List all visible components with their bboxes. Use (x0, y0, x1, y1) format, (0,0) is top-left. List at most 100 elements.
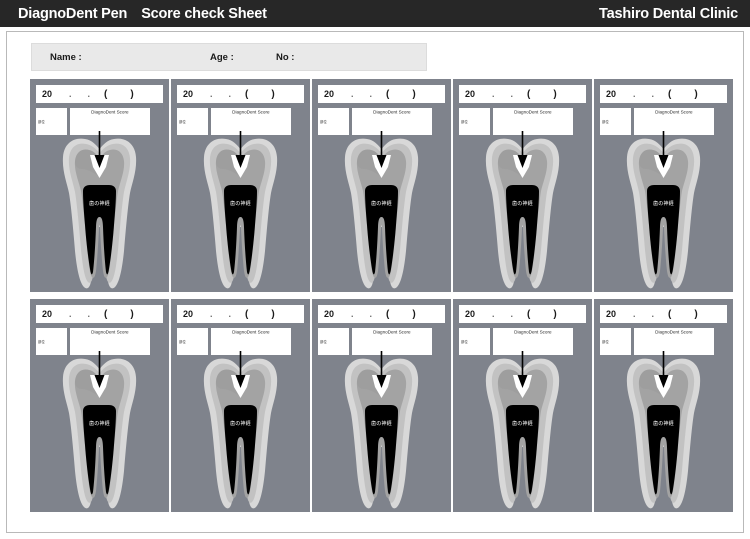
date-separator-month: . (633, 89, 636, 99)
date-year-prefix: 20 (183, 309, 194, 319)
tooth-record-card: 20 . . ( ) 部位 DiagnoDent Score 歯の神経 (30, 79, 169, 292)
date-separator-day: . (651, 309, 655, 319)
date-separator-day: . (228, 89, 232, 99)
tooth-cross-section-diagram: 歯の神経 (171, 351, 310, 512)
tooth-cross-section-diagram: 歯の神経 (594, 351, 733, 512)
tooth-cross-section-diagram: 歯の神経 (30, 131, 169, 292)
weekday-paren-close: ) (694, 88, 698, 100)
site-box-label: 部位 (320, 120, 327, 124)
date-entry-line[interactable]: 20 . . ( ) (459, 305, 586, 323)
weekday-paren-open: ( (245, 88, 249, 100)
tooth-record-card: 20 . . ( ) 部位 DiagnoDent Score 歯の神経 (312, 79, 451, 292)
date-entry-line[interactable]: 20 . . ( ) (177, 305, 304, 323)
tooth-cross-section-diagram: 歯の神経 (171, 131, 310, 292)
weekday-paren-open: ( (668, 88, 672, 100)
weekday-paren-open: ( (527, 88, 531, 100)
date-separator-month: . (492, 309, 495, 319)
date-year-prefix: 20 (465, 89, 476, 99)
tooth-record-card: 20 . . ( ) 部位 DiagnoDent Score 歯の神経 (594, 79, 733, 292)
pulp-label: 歯の神経 (652, 420, 675, 427)
date-separator-month: . (351, 309, 354, 319)
date-separator-month: . (210, 309, 213, 319)
site-box-label: 部位 (461, 120, 468, 124)
date-separator-day: . (369, 89, 373, 99)
patient-number-label: No : (276, 51, 295, 63)
date-separator-day: . (369, 309, 373, 319)
date-year-prefix: 20 (324, 309, 335, 319)
date-separator-day: . (228, 309, 232, 319)
date-year-prefix: 20 (42, 89, 53, 99)
weekday-paren-open: ( (245, 308, 249, 320)
date-separator-month: . (69, 309, 72, 319)
page-subtitle: Score check Sheet (141, 5, 267, 22)
tooth-cross-section-diagram: 歯の神経 (312, 351, 451, 512)
weekday-paren-open: ( (527, 308, 531, 320)
tooth-card-row-1: 20 . . ( ) 部位 DiagnoDent Score 歯の神経 20 .… (17, 79, 733, 292)
date-separator-month: . (633, 309, 636, 319)
date-year-prefix: 20 (324, 89, 335, 99)
date-year-prefix: 20 (606, 309, 617, 319)
site-box-label: 部位 (38, 120, 45, 124)
date-entry-line[interactable]: 20 . . ( ) (177, 85, 304, 103)
tooth-cross-section-diagram: 歯の神経 (594, 131, 733, 292)
date-separator-month: . (210, 89, 213, 99)
weekday-paren-close: ) (553, 308, 557, 320)
site-box-label: 部位 (602, 120, 609, 124)
date-entry-line[interactable]: 20 . . ( ) (600, 305, 727, 323)
weekday-paren-close: ) (412, 308, 416, 320)
page-title: DiagnoDent Pen (18, 5, 128, 22)
weekday-paren-close: ) (271, 308, 275, 320)
patient-name-label: Name : (50, 51, 82, 63)
date-separator-month: . (69, 89, 72, 99)
weekday-paren-open: ( (386, 308, 390, 320)
weekday-paren-close: ) (694, 308, 698, 320)
weekday-paren-open: ( (104, 308, 108, 320)
site-box-label: 部位 (179, 340, 186, 344)
date-entry-line[interactable]: 20 . . ( ) (600, 85, 727, 103)
weekday-paren-close: ) (553, 88, 557, 100)
tooth-record-card: 20 . . ( ) 部位 DiagnoDent Score 歯の神経 (453, 299, 592, 512)
weekday-paren-close: ) (130, 88, 134, 100)
tooth-record-card: 20 . . ( ) 部位 DiagnoDent Score 歯の神経 (171, 79, 310, 292)
date-separator-day: . (510, 309, 514, 319)
tooth-record-card: 20 . . ( ) 部位 DiagnoDent Score 歯の神経 (453, 79, 592, 292)
weekday-paren-open: ( (668, 308, 672, 320)
weekday-paren-close: ) (412, 88, 416, 100)
date-entry-line[interactable]: 20 . . ( ) (36, 85, 163, 103)
tooth-cross-section-diagram: 歯の神経 (312, 131, 451, 292)
weekday-paren-close: ) (271, 88, 275, 100)
date-entry-line[interactable]: 20 . . ( ) (459, 85, 586, 103)
tooth-cross-section-diagram: 歯の神経 (453, 131, 592, 292)
score-sheet-page: Name : Age : No : 20 . . ( ) 部位 DiagnoDe… (6, 31, 744, 533)
date-separator-day: . (87, 309, 91, 319)
date-separator-month: . (492, 89, 495, 99)
site-box-label: 部位 (38, 340, 45, 344)
app-header: DiagnoDent Pen Score check Sheet Tashiro… (0, 0, 750, 27)
date-entry-line[interactable]: 20 . . ( ) (36, 305, 163, 323)
site-box-label: 部位 (461, 340, 468, 344)
tooth-record-card: 20 . . ( ) 部位 DiagnoDent Score 歯の神経 (594, 299, 733, 512)
date-separator-day: . (651, 89, 655, 99)
tooth-cross-section-diagram: 歯の神経 (30, 351, 169, 512)
date-separator-day: . (510, 89, 514, 99)
clinic-name: Tashiro Dental Clinic (599, 5, 738, 22)
patient-info-row: Name : Age : No : (31, 43, 427, 71)
header-left-group: DiagnoDent Pen Score check Sheet (18, 6, 267, 22)
date-year-prefix: 20 (606, 89, 617, 99)
date-entry-line[interactable]: 20 . . ( ) (318, 305, 445, 323)
tooth-cross-section-diagram: 歯の神経 (453, 351, 592, 512)
tooth-record-card: 20 . . ( ) 部位 DiagnoDent Score 歯の神経 (312, 299, 451, 512)
date-separator-day: . (87, 89, 91, 99)
weekday-paren-close: ) (130, 308, 134, 320)
date-entry-line[interactable]: 20 . . ( ) (318, 85, 445, 103)
patient-age-label: Age : (210, 51, 234, 63)
site-box-label: 部位 (602, 340, 609, 344)
site-box-label: 部位 (179, 120, 186, 124)
site-box-label: 部位 (320, 340, 327, 344)
weekday-paren-open: ( (104, 88, 108, 100)
date-separator-month: . (351, 89, 354, 99)
tooth-record-card: 20 . . ( ) 部位 DiagnoDent Score 歯の神経 (30, 299, 169, 512)
date-year-prefix: 20 (465, 309, 476, 319)
tooth-card-row-2: 20 . . ( ) 部位 DiagnoDent Score 歯の神経 20 .… (17, 299, 733, 512)
date-year-prefix: 20 (42, 309, 53, 319)
